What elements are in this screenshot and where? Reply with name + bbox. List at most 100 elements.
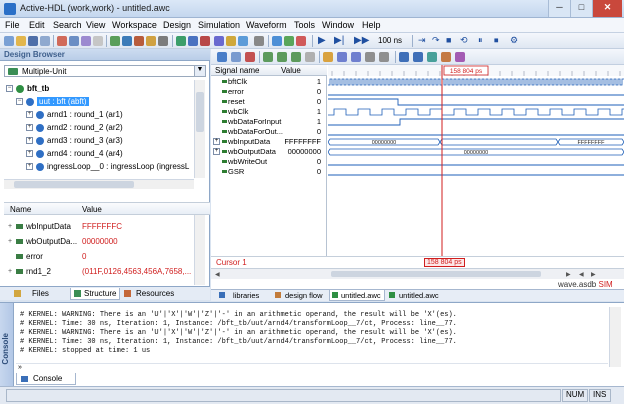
compare-icon[interactable] (441, 52, 451, 62)
breakpoint-icon[interactable] (226, 36, 236, 46)
grid-row[interactable]: + rnd1_2 (011F,0126,4563,456A,7658,... (4, 264, 194, 279)
menu-edit[interactable]: Edit (29, 20, 45, 30)
waveform-area[interactable]: 00000000 FFFFFFFF 00000000 158 804 ps (327, 65, 624, 268)
hierarchy-icon[interactable] (134, 36, 144, 46)
unit-mode-dropdown[interactable]: Multiple-Unit ▼ (4, 65, 206, 77)
signal-down-icon[interactable] (413, 52, 423, 62)
menu-file[interactable]: File (5, 20, 20, 30)
expand-icon[interactable]: + (8, 268, 12, 275)
run-icon[interactable] (284, 36, 294, 46)
close-button[interactable]: ✕ (592, 0, 622, 17)
scroll-right-icon[interactable]: ▶ (566, 271, 571, 278)
signal-row[interactable]: + wbInputData FFFFFFFF (211, 137, 327, 147)
error-icon[interactable] (200, 36, 210, 46)
menu-view[interactable]: View (86, 20, 105, 30)
zoom-in-icon[interactable]: ▶ (591, 271, 596, 278)
signal-row[interactable]: + wbOutputData 00000000 (211, 147, 327, 157)
minimize-button[interactable]: ─ (548, 0, 570, 17)
expand-icon[interactable]: + (26, 124, 33, 131)
sim-time-field[interactable]: 100 ns (378, 36, 402, 45)
grid-row[interactable]: + wbInputData FFFFFFFC (4, 219, 210, 234)
menu-waveform[interactable]: Waveform (246, 20, 287, 30)
wave-horizontal-scrollbar[interactable]: ◀ ▶ ◀ ▶ (211, 268, 624, 279)
zoom-range-icon[interactable] (305, 52, 315, 62)
tab-untitled-awc-active[interactable]: untitled.awc (329, 290, 385, 301)
new-file-icon[interactable] (4, 36, 14, 46)
console-scrollbar[interactable] (609, 307, 621, 367)
step-over-icon[interactable]: ↷ (432, 35, 440, 46)
options-icon[interactable]: ⚙ (510, 35, 518, 46)
menu-simulation[interactable]: Simulation (198, 20, 240, 30)
signal-row[interactable]: reset 0 (211, 97, 327, 107)
restart-icon[interactable]: ⟲ (460, 35, 468, 46)
tree-vertical-scrollbar[interactable] (194, 80, 205, 178)
grid-vertical-scrollbar[interactable] (194, 215, 205, 285)
column-value-header[interactable]: Value (82, 205, 102, 214)
edge-next-icon[interactable] (379, 52, 389, 62)
signal-up-icon[interactable] (399, 52, 409, 62)
edge-prev-icon[interactable] (365, 52, 375, 62)
tab-console[interactable]: Console (16, 373, 76, 385)
trace-icon[interactable] (238, 36, 248, 46)
zoom-out-icon[interactable]: ◀ (579, 271, 584, 278)
find-icon[interactable] (93, 36, 103, 46)
signal-row[interactable]: error 0 (211, 87, 327, 97)
compile-all-icon[interactable] (122, 36, 132, 46)
menu-help[interactable]: Help (362, 20, 381, 30)
console-input[interactable]: » (16, 363, 608, 372)
save-icon[interactable] (28, 36, 38, 46)
signal-row[interactable]: wbClk 1 (211, 107, 327, 117)
signal-row[interactable]: GSR 0 (211, 167, 327, 177)
tree-horizontal-scrollbar[interactable] (4, 179, 194, 189)
tree-item-ingressloop[interactable]: + ingressLoop__0 : ingressLoop (ingressL (26, 161, 194, 174)
cursor-icon[interactable] (323, 52, 333, 62)
expand-icon[interactable]: + (213, 138, 220, 145)
scroll-left-icon[interactable]: ◀ (215, 271, 220, 278)
group-icon[interactable] (427, 52, 437, 62)
scroll-thumb[interactable] (196, 92, 204, 132)
chevron-down-icon[interactable]: ▼ (194, 66, 205, 76)
bookmark-icon[interactable] (337, 52, 347, 62)
copy-icon[interactable] (69, 36, 79, 46)
cut-icon[interactable] (57, 36, 67, 46)
filter-icon[interactable] (455, 52, 465, 62)
paste-icon[interactable] (81, 36, 91, 46)
zoom-fit-icon[interactable] (291, 52, 301, 62)
signal-row[interactable]: wbDataForOut... 0 (211, 127, 327, 137)
open-folder-icon[interactable] (16, 36, 26, 46)
save-all-icon[interactable] (40, 36, 50, 46)
signal-row[interactable]: wbDataForInput 1 (211, 117, 327, 127)
library-icon[interactable] (146, 36, 156, 46)
menu-design[interactable]: Design (163, 20, 191, 30)
cursor-time-marker[interactable]: 158 804 ps (424, 258, 465, 267)
waveform-icon[interactable] (188, 36, 198, 46)
expand-icon[interactable]: + (8, 223, 12, 230)
menu-workspace[interactable]: Workspace (112, 20, 157, 30)
step-icon[interactable]: ▶▶ (354, 35, 369, 46)
column-name-header[interactable]: Name (10, 205, 31, 214)
zoom-in-icon[interactable] (272, 36, 282, 46)
stop-sim-icon[interactable]: ■ (446, 35, 451, 45)
break-icon[interactable]: ⏸ (478, 35, 483, 46)
signal-row[interactable]: wbWriteOut 0 (211, 157, 327, 167)
waveform-canvas[interactable]: 00000000 FFFFFFFF 00000000 158 804 ps (327, 65, 624, 256)
expand-icon[interactable]: + (26, 150, 33, 157)
signal-name-header[interactable]: Signal name (215, 66, 259, 75)
record-icon[interactable] (296, 36, 306, 46)
expand-icon[interactable]: + (26, 137, 33, 144)
menu-window[interactable]: Window (322, 20, 354, 30)
signal-row[interactable]: bftClk 1 (211, 77, 327, 87)
measure-icon[interactable] (351, 52, 361, 62)
grid-row[interactable]: error 0 (4, 249, 210, 264)
scroll-thumb[interactable] (331, 271, 541, 277)
menu-tools[interactable]: Tools (294, 20, 315, 30)
maximize-button[interactable]: □ (570, 0, 592, 17)
grid-row[interactable]: + wbOutputDa... 00000000 (4, 234, 210, 249)
menu-search[interactable]: Search (53, 20, 82, 30)
play-icon[interactable]: ▶ (318, 35, 326, 46)
expand-icon[interactable]: + (213, 148, 220, 155)
title-bar[interactable]: Active-HDL (work,work) - untitled.awc ─ … (0, 0, 624, 18)
wave-add-icon[interactable] (231, 52, 241, 62)
expand-icon[interactable]: + (26, 163, 33, 170)
end-sim-icon[interactable]: ⏹ (494, 35, 499, 46)
